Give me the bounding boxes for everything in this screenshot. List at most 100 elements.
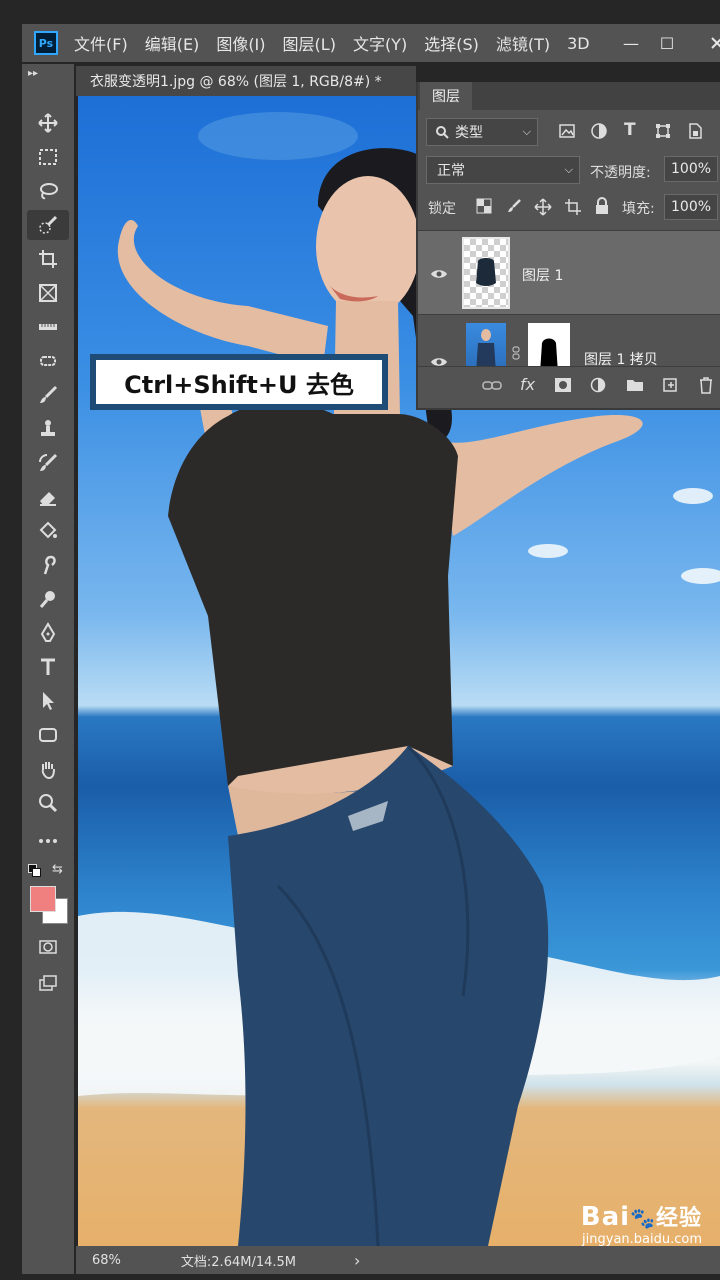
- new-layer-icon[interactable]: [662, 377, 678, 397]
- caption-text: Ctrl+Shift+U 去色: [96, 360, 382, 404]
- clone-stamp-tool[interactable]: [22, 414, 74, 444]
- menu-layer[interactable]: 图层(L): [283, 31, 336, 55]
- baidu-watermark: Bai🐾经验 jingyan.baidu.com: [581, 1200, 702, 1247]
- foreground-color-swatch[interactable]: [30, 886, 56, 912]
- hand-tool[interactable]: [22, 754, 74, 784]
- rectangle-tool[interactable]: [22, 720, 74, 750]
- layer-mask-thumbnail[interactable]: [528, 323, 570, 366]
- bandage-icon: [40, 356, 56, 366]
- path-selection-tool[interactable]: [22, 686, 74, 716]
- lock-position-icon[interactable]: [534, 198, 552, 220]
- shortcut-caption: Ctrl+Shift+U 去色: [90, 354, 388, 410]
- menu-type[interactable]: 文字(Y): [353, 31, 407, 55]
- menu-3d[interactable]: 3D: [567, 34, 590, 53]
- eraser-tool[interactable]: [22, 482, 74, 512]
- layer-row[interactable]: 图层 1: [418, 230, 720, 314]
- move-tool[interactable]: [22, 108, 74, 138]
- quick-mask-button[interactable]: [22, 932, 74, 962]
- minimize-button[interactable]: —: [612, 24, 650, 62]
- crop-tool[interactable]: [22, 244, 74, 274]
- brush-tool[interactable]: [22, 380, 74, 410]
- chevron-down-icon: ⌵: [522, 125, 531, 138]
- screen-mode-button[interactable]: [22, 968, 74, 998]
- zoom-tool[interactable]: [22, 788, 74, 818]
- blend-mode-select[interactable]: 正常 ⌵: [426, 156, 580, 184]
- visibility-eye-icon[interactable]: [430, 353, 448, 366]
- layers-tab[interactable]: 图层: [420, 82, 472, 110]
- search-icon: [436, 126, 449, 139]
- ruler-tool[interactable]: [22, 312, 74, 342]
- more-tools[interactable]: [22, 826, 74, 856]
- menu-edit[interactable]: 编辑(E): [145, 31, 200, 55]
- lasso-tool[interactable]: [22, 176, 74, 206]
- marquee-tool[interactable]: [22, 142, 74, 172]
- lock-artboard-icon[interactable]: [564, 198, 582, 220]
- menu-image[interactable]: 图像(I): [216, 31, 265, 55]
- chevron-down-icon: ⌵: [564, 163, 573, 176]
- lock-transparent-icon[interactable]: [476, 198, 492, 218]
- type-icon: [41, 658, 55, 675]
- filter-smart-object-icon[interactable]: [686, 122, 704, 144]
- filter-adjustment-icon[interactable]: [590, 122, 608, 144]
- status-arrow-icon[interactable]: ›: [354, 1251, 360, 1270]
- layer-thumbnail: [462, 237, 510, 309]
- visibility-eye-icon[interactable]: [430, 265, 448, 284]
- lasso-icon: [40, 183, 58, 200]
- type-tool[interactable]: [22, 652, 74, 682]
- fill-label: 填充:: [622, 201, 655, 217]
- healing-brush-tool[interactable]: [22, 346, 74, 376]
- folder-icon[interactable]: [626, 377, 644, 397]
- layer-name: 图层 1 拷贝: [584, 352, 658, 366]
- arrow-cursor-icon: [43, 692, 54, 710]
- stamp-icon: [41, 420, 55, 436]
- quick-mask-icon: [39, 940, 57, 954]
- lock-pixels-icon[interactable]: [506, 198, 522, 218]
- paint-bucket-icon: [39, 521, 57, 539]
- smudge-tool[interactable]: [22, 550, 74, 580]
- frame-tool[interactable]: [22, 278, 74, 308]
- menu-file[interactable]: 文件(F): [74, 31, 128, 55]
- frame-icon: [39, 284, 57, 302]
- dodge-tool[interactable]: [22, 584, 74, 614]
- layer-filter-select[interactable]: 类型 ⌵: [426, 118, 538, 146]
- opacity-input[interactable]: 100%: [664, 156, 718, 182]
- pen-tool[interactable]: [22, 618, 74, 648]
- fx-icon[interactable]: fx: [520, 375, 535, 394]
- watermark-url: jingyan.baidu.com: [582, 1232, 702, 1247]
- lock-label: 锁定: [428, 201, 456, 217]
- history-brush-tool[interactable]: [22, 448, 74, 478]
- menu-filter[interactable]: 滤镜(T): [496, 31, 550, 55]
- trash-icon[interactable]: [698, 376, 714, 398]
- close-button[interactable]: [698, 24, 720, 62]
- tool-panel: ▸▸ ⇆: [22, 64, 74, 1274]
- swap-colors-icon[interactable]: ⇆: [52, 862, 63, 877]
- close-icon: [711, 37, 720, 49]
- paint-bucket-tool[interactable]: [22, 516, 74, 546]
- default-colors-icon[interactable]: [28, 864, 41, 877]
- adjustment-layer-icon[interactable]: [590, 377, 606, 397]
- layer-row[interactable]: 图层 1 拷贝: [418, 314, 720, 366]
- zoom-level[interactable]: 68%: [92, 1253, 121, 1268]
- collapse-toolbar-icon[interactable]: ▸▸: [28, 68, 38, 79]
- filter-pixel-icon[interactable]: [558, 122, 576, 144]
- fill-input[interactable]: 100%: [664, 194, 718, 220]
- add-mask-icon[interactable]: [554, 377, 572, 397]
- lock-all-icon[interactable]: [594, 197, 610, 219]
- filter-type-label: 类型: [455, 125, 483, 141]
- layers-panel: 图层 类型 ⌵ T 正常 ⌵ 不透明度: 100% 锁定 填充: 100% 图层…: [416, 82, 720, 410]
- watermark-logo: Bai🐾经验: [581, 1200, 702, 1232]
- watermark-brand-suffix: 经验: [655, 1206, 702, 1231]
- link-layers-icon[interactable]: [482, 378, 502, 398]
- more-icon: [39, 839, 57, 843]
- layer-thumbnail: [466, 323, 506, 366]
- screen-mode-icon: [39, 975, 57, 991]
- filter-shape-icon[interactable]: [654, 122, 672, 144]
- link-icon[interactable]: [512, 345, 520, 364]
- filter-type-icon[interactable]: T: [624, 120, 636, 140]
- document-title: 衣服变透明1.jpg @ 68% (图层 1, RGB/8#) *: [90, 74, 382, 90]
- document-tab[interactable]: 衣服变透明1.jpg @ 68% (图层 1, RGB/8#) *: [76, 66, 416, 96]
- quick-selection-tool[interactable]: [27, 210, 69, 240]
- photoshop-logo: Ps: [34, 31, 58, 55]
- restore-button[interactable]: ☐: [648, 24, 686, 62]
- menu-select[interactable]: 选择(S): [424, 31, 479, 55]
